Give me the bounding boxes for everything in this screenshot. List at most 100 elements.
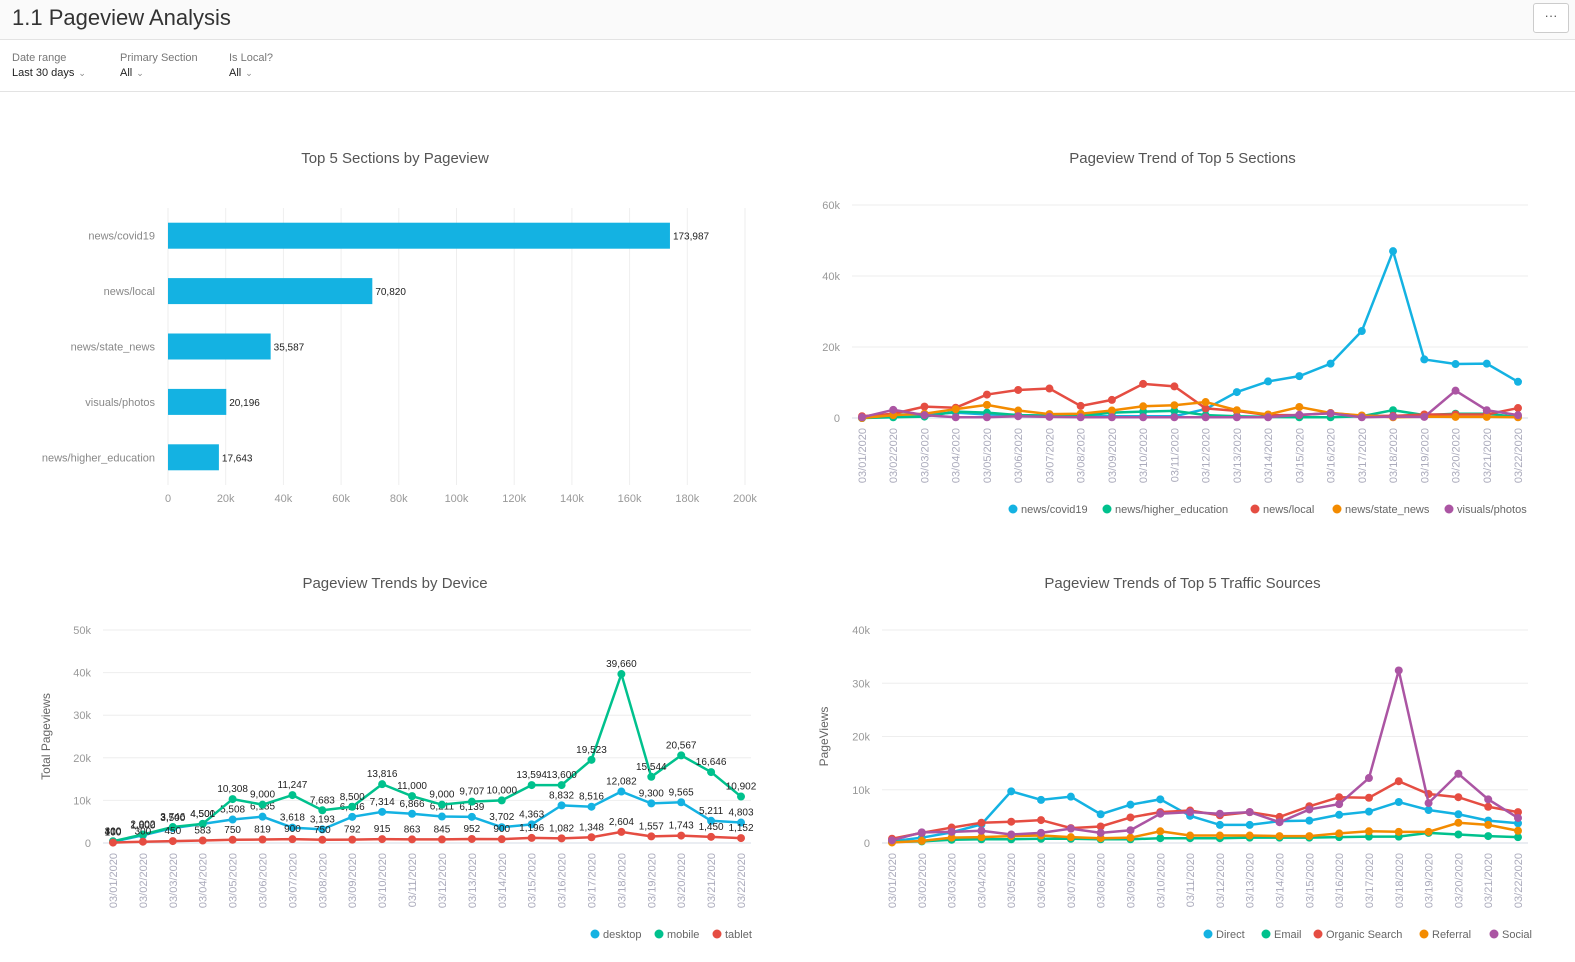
x-tick-label: 03/08/2020 (1076, 428, 1088, 483)
data-point (437, 800, 446, 809)
data-point (1514, 826, 1522, 835)
data-point (1066, 824, 1075, 833)
bar-value-label: 173,987 (673, 232, 710, 243)
x-tick-label: 03/22/2020 (1513, 853, 1525, 908)
data-label: 900 (284, 824, 301, 835)
chart-traffic-trend: Pageview Trends of Top 5 Traffic Sources… (790, 575, 1575, 955)
data-point (1275, 818, 1284, 827)
data-point (527, 781, 536, 790)
data-point (138, 837, 147, 846)
x-tick-label: 03/01/2020 (108, 853, 120, 908)
filter-primary-section[interactable]: Primary Section All ⌄ (120, 52, 198, 79)
data-point (1484, 795, 1493, 804)
y-tick-label: 10k (852, 785, 870, 797)
data-point (258, 812, 267, 821)
data-point (378, 807, 387, 816)
data-point (1096, 828, 1105, 837)
x-tick-label: 03/07/2020 (287, 853, 299, 908)
data-point (467, 797, 476, 806)
chevron-down-icon: ⌄ (136, 68, 144, 78)
data-label: 1,743 (669, 821, 694, 832)
data-point (1454, 769, 1463, 778)
data-point (1014, 385, 1023, 394)
data-point (467, 834, 476, 843)
data-point (617, 670, 626, 679)
legend-marker (1419, 929, 1429, 939)
filter-date-range[interactable]: Date range Last 30 days ⌄ (12, 52, 86, 79)
x-tick-label: 03/05/2020 (228, 853, 240, 908)
data-point (1394, 797, 1403, 806)
data-point (1156, 809, 1165, 818)
data-point (647, 772, 656, 781)
x-tick-label: 03/18/2020 (1388, 428, 1400, 483)
data-point (1232, 406, 1241, 415)
data-label: 3,702 (489, 812, 514, 823)
y-category-label: news/local (104, 286, 155, 298)
x-tick-label: 03/09/2020 (1125, 853, 1137, 908)
data-point (1514, 813, 1522, 822)
data-point (437, 835, 446, 844)
more-options-button[interactable]: ··· (1533, 3, 1569, 33)
data-label: 10,000 (486, 785, 517, 796)
x-tick-label: 03/15/2020 (1304, 853, 1316, 908)
x-tick-label: 03/16/2020 (557, 853, 569, 908)
data-point (1076, 413, 1085, 422)
data-point (1295, 410, 1304, 419)
y-tick-label: 0 (85, 838, 91, 850)
data-point (1424, 805, 1433, 814)
x-tick-label: 03/07/2020 (1044, 428, 1056, 483)
data-point (1037, 795, 1046, 804)
data-label: 1,348 (579, 822, 604, 833)
data-point (1126, 833, 1135, 842)
data-point (1215, 831, 1224, 840)
data-point (497, 835, 506, 844)
x-tick-label: 03/11/2020 (1185, 853, 1197, 907)
data-point (1170, 413, 1179, 422)
data-point (1420, 412, 1429, 421)
data-point (1170, 382, 1179, 391)
data-point (977, 818, 986, 827)
legend-label: Social (1502, 929, 1532, 941)
data-point (1066, 792, 1075, 801)
bar-value-label: 20,196 (229, 398, 260, 409)
data-label: 20,567 (666, 740, 697, 751)
data-label: 3,618 (280, 813, 305, 824)
x-tick-label: 03/19/2020 (646, 853, 658, 908)
y-axis-label: PageViews (817, 707, 831, 767)
y-tick-label: 20k (73, 753, 91, 765)
y-tick-label: 30k (852, 678, 870, 690)
legend-label: Direct (1216, 929, 1245, 941)
y-tick-label: 0 (834, 413, 840, 425)
data-point (707, 832, 716, 841)
legend-marker (712, 929, 722, 939)
data-point (1107, 395, 1116, 404)
data-point (1335, 810, 1344, 819)
x-tick-label: 40k (275, 493, 293, 505)
x-tick-label: 03/06/2020 (1013, 428, 1025, 483)
data-point (1186, 831, 1195, 840)
data-point (1156, 827, 1165, 836)
legend-label: visuals/photos (1457, 504, 1527, 516)
data-point (527, 833, 536, 842)
dashboard-header: 1.1 Pageview Analysis ··· (0, 0, 1575, 40)
data-label: 3,746 (160, 812, 185, 823)
data-point (1364, 827, 1373, 836)
data-label: 10,308 (217, 784, 248, 795)
data-point (737, 792, 745, 801)
data-point (587, 802, 596, 811)
data-label: 8,832 (549, 790, 574, 801)
filter-is-local[interactable]: Is Local? All ⌄ (229, 52, 273, 79)
data-point (258, 835, 267, 844)
x-tick-label: 160k (618, 493, 642, 505)
data-label: 8,516 (579, 792, 604, 803)
legend-label: desktop (603, 929, 642, 941)
y-axis-label: Total Pageviews (39, 693, 53, 780)
data-label: 583 (194, 826, 211, 837)
data-point (1007, 787, 1016, 796)
data-point (1275, 832, 1284, 841)
data-point (1394, 827, 1403, 836)
x-tick-label: 03/20/2020 (1451, 428, 1463, 483)
data-point (1156, 834, 1165, 843)
data-point (1424, 827, 1433, 836)
x-tick-label: 03/14/2020 (1275, 853, 1287, 908)
